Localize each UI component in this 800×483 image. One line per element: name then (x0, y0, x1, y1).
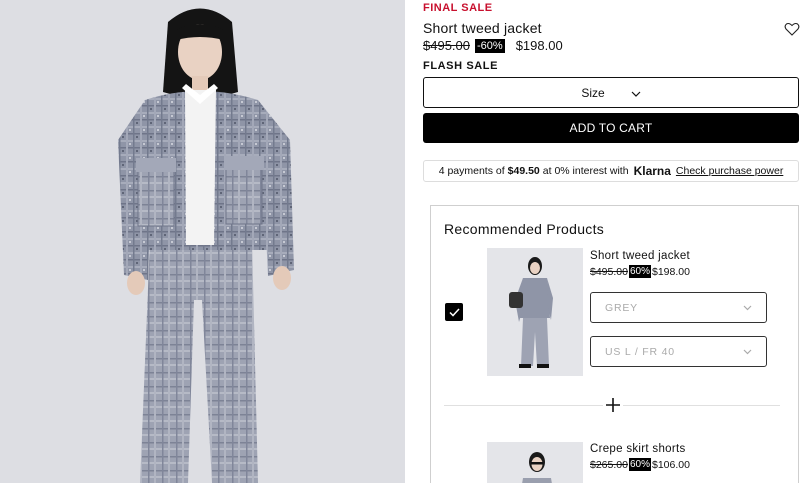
recommended-title: Recommended Products (444, 221, 605, 237)
color-select[interactable]: GREY (590, 292, 767, 323)
size-select-value: US L / FR 40 (605, 345, 675, 358)
item-select-checkbox[interactable] (445, 303, 463, 321)
product-title: Short tweed jacket (423, 20, 542, 36)
original-price: $265.00 (590, 458, 628, 471)
color-select-value: GREY (605, 301, 638, 314)
discount-badge: 60% (628, 265, 651, 278)
recommended-item-price: $495.00 60% $198.00 (590, 265, 690, 278)
size-selector-label: Size (581, 85, 605, 100)
recommended-products: Recommended Products Short tweed jacket … (430, 205, 799, 483)
chevron-down-icon (631, 86, 641, 100)
klarna-banner: 4 payments of $49.50 at 0% interest with… (423, 160, 799, 182)
sale-price: $106.00 (651, 458, 690, 471)
chevron-down-icon (743, 302, 752, 314)
discount-badge: 60% (628, 458, 651, 471)
check-icon (448, 307, 460, 317)
klarna-prefix: 4 payments of (438, 165, 505, 177)
add-to-cart-button[interactable]: ADD TO CART (423, 113, 799, 143)
chevron-down-icon (743, 346, 752, 358)
model-photo (0, 0, 405, 483)
recommended-item-name[interactable]: Crepe skirt shorts (590, 443, 686, 455)
recommended-item-price: $265.00 60% $106.00 (590, 458, 690, 471)
klarna-amount: $49.50 (507, 165, 540, 177)
klarna-middle: at 0% interest with (542, 165, 629, 177)
price-row: $495.00 -60% $198.00 (423, 38, 563, 53)
check-purchase-power-link[interactable]: Check purchase power (676, 165, 783, 177)
size-select[interactable]: US L / FR 40 (590, 336, 767, 367)
flash-sale-label: FLASH SALE (423, 60, 499, 72)
recommended-item-name[interactable]: Short tweed jacket (590, 250, 690, 262)
size-selector[interactable]: Size (423, 77, 799, 108)
original-price: $495.00 (590, 265, 628, 278)
plus-icon (603, 395, 623, 415)
original-price: $495.00 (423, 38, 470, 53)
recommended-item-image[interactable] (487, 442, 583, 483)
sale-price: $198.00 (515, 38, 563, 53)
product-main-image[interactable] (0, 0, 405, 483)
product-info-panel: FINAL SALE Short tweed jacket $495.00 -6… (423, 0, 800, 483)
final-sale-badge: FINAL SALE (423, 2, 493, 14)
discount-badge: -60% (475, 38, 505, 53)
recommended-item-image[interactable] (487, 248, 583, 376)
heart-icon[interactable] (784, 21, 800, 37)
klarna-logo: Klarna (633, 164, 671, 178)
sale-price: $198.00 (651, 265, 690, 278)
